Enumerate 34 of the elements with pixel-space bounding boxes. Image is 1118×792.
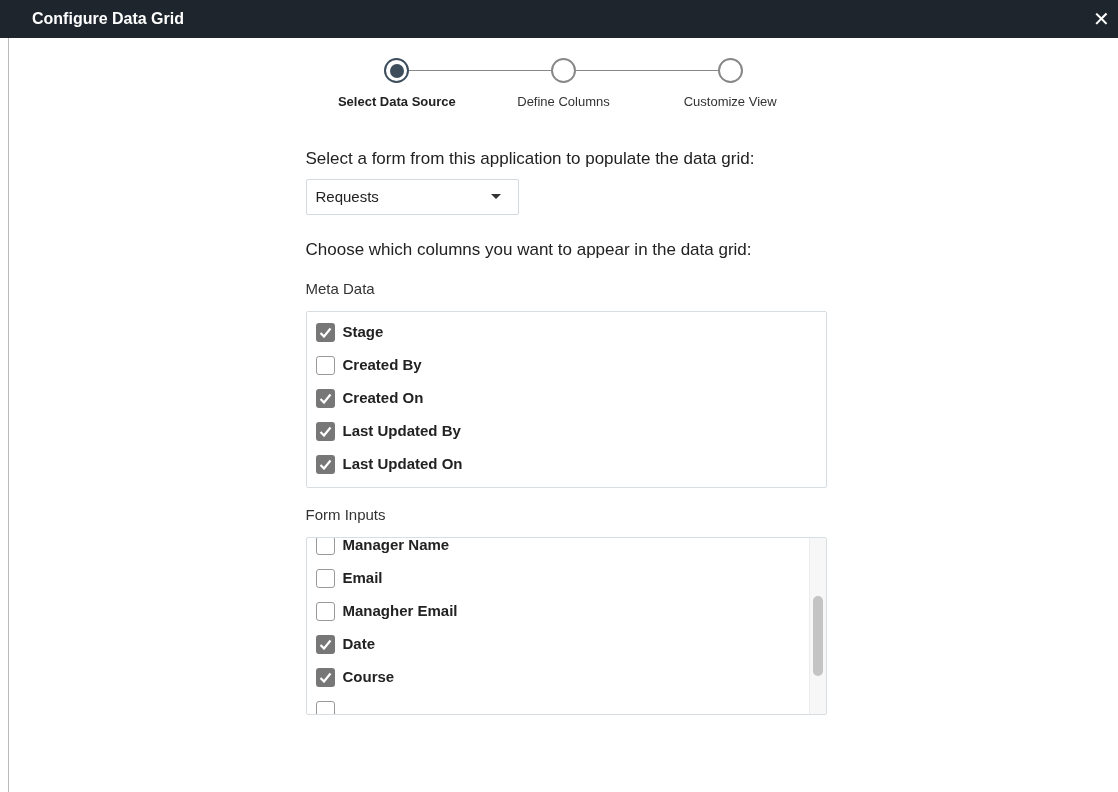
scrollbar-thumb[interactable] bbox=[812, 595, 823, 676]
close-button[interactable]: ✕ bbox=[1093, 9, 1110, 29]
checkbox-label: Course bbox=[342, 667, 395, 688]
section-label: Form Inputs bbox=[305, 505, 387, 525]
step-label: Customize View bbox=[683, 93, 777, 111]
checkbox[interactable] bbox=[315, 701, 335, 714]
checkbox[interactable] bbox=[315, 635, 335, 654]
instruction-text: Select a form from this application to populate the data grid: bbox=[305, 147, 756, 170]
checkbox[interactable] bbox=[315, 537, 335, 555]
checkbox[interactable] bbox=[315, 388, 335, 408]
checkbox-label: Created On bbox=[342, 387, 424, 408]
checkbox-label: Email bbox=[342, 568, 383, 589]
checkbox-label: Last Updated On bbox=[342, 453, 463, 474]
dialog-title: Configure Data Grid bbox=[32, 9, 184, 29]
caret-icon bbox=[490, 194, 501, 200]
instruction-text: Choose which columns you want to appear in the data grid: bbox=[305, 239, 753, 261]
checkbox[interactable] bbox=[315, 421, 335, 441]
checkbox[interactable] bbox=[315, 602, 335, 621]
checkbox[interactable] bbox=[315, 668, 335, 687]
step-indicator[interactable] bbox=[384, 58, 410, 83]
checkbox[interactable] bbox=[315, 569, 335, 588]
checkbox[interactable] bbox=[315, 322, 335, 342]
checkbox[interactable] bbox=[315, 454, 335, 474]
step-label: Select Data Source bbox=[337, 93, 456, 111]
section-label: Meta Data bbox=[305, 278, 376, 299]
checkbox[interactable] bbox=[315, 355, 335, 375]
checkbox-label: Manager Name bbox=[342, 537, 450, 556]
checkbox-label: Last Updated By bbox=[342, 420, 461, 441]
form-dropdown[interactable]: Requests bbox=[305, 179, 519, 215]
checkbox-label: Date bbox=[342, 634, 375, 655]
checkbox-label: Managher Email bbox=[342, 601, 458, 622]
checkbox-label: Stage bbox=[342, 321, 384, 342]
step-label: Define Columns bbox=[517, 93, 610, 111]
checkbox-label: Created By bbox=[342, 354, 422, 375]
